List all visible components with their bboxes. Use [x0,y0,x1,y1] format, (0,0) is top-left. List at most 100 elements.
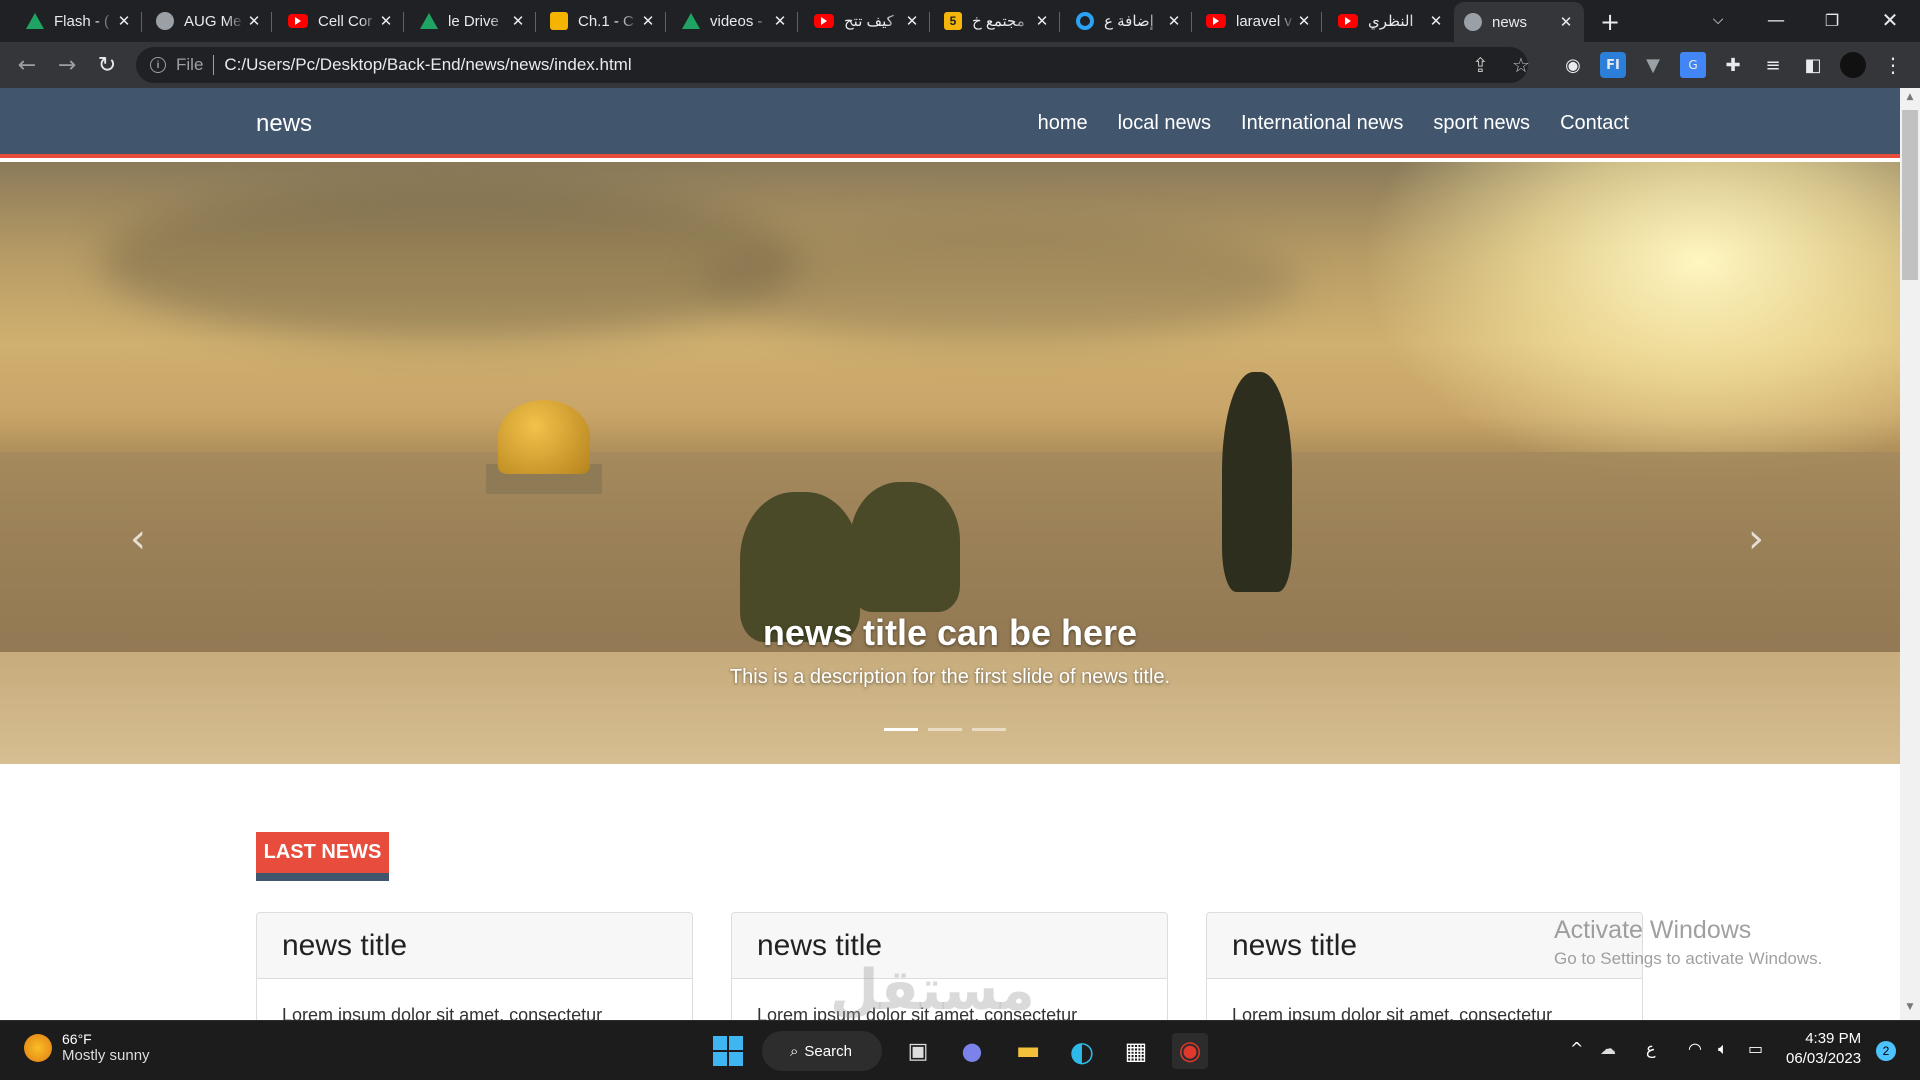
nav-international-news[interactable]: International news [1241,112,1403,135]
close-tab-icon[interactable]: ✕ [1166,12,1182,30]
nav-contact[interactable]: Contact [1560,112,1629,135]
start-button[interactable] [710,1033,746,1069]
google-translate-icon[interactable]: G [1680,52,1706,78]
bookmark-star-icon[interactable]: ☆ [1512,53,1530,78]
extension-goggles-icon[interactable]: ◉ [1560,52,1586,78]
back-button[interactable]: ← [12,50,42,80]
task-view-icon[interactable]: ▣ [900,1033,936,1069]
weather-temp: 66°F [62,1031,92,1047]
scroll-down-arrow[interactable]: ▼ [1900,1002,1920,1018]
watermark: مستقل [830,958,1035,1020]
address-bar[interactable]: i File C:/Users/Pc/Desktop/Back-End/news… [136,47,1530,83]
carousel-prev-button[interactable]: ‹ [130,516,146,562]
carousel-caption: news title can be here This is a descrip… [0,612,1900,689]
nav-home[interactable]: home [1038,112,1088,135]
close-tab-icon[interactable]: ✕ [772,12,788,30]
weather-widget[interactable]: 66°F Mostly sunny [24,1031,150,1064]
teams-chat-icon[interactable]: ● [954,1033,990,1069]
globe-icon [156,12,174,30]
browser-tab[interactable]: كيف تتح ✕ [804,4,930,38]
volume-icon[interactable]: 🔈︎ [1718,1039,1728,1059]
share-icon[interactable]: ⇪ [1472,53,1489,78]
browser-tab[interactable]: 5 مجتمع خ ✕ [934,4,1060,38]
url-text[interactable]: C:/Users/Pc/Desktop/Back-End/news/news/i… [224,55,631,75]
tab-search-chevron-icon[interactable]: ⌵ [1690,0,1746,40]
news-card[interactable]: news title Lorem ipsum dolor sit amet, c… [256,912,693,1020]
input-language[interactable]: ع [1646,1039,1656,1058]
battery-icon[interactable]: ▭ [1748,1039,1763,1058]
browser-tab-active[interactable]: news ✕ [1454,2,1584,42]
notification-badge[interactable]: 2 [1876,1041,1896,1061]
site-brand[interactable]: news [256,110,312,138]
close-tab-icon[interactable]: ✕ [1034,12,1050,30]
browser-tab[interactable]: إضافة ع ✕ [1066,4,1192,38]
carousel-indicator[interactable] [928,728,962,731]
site-menu: home local news International news sport… [1038,112,1629,135]
onedrive-icon[interactable]: ☁ [1600,1039,1616,1058]
restore-button[interactable]: ❐ [1804,0,1860,40]
extension-ring-icon [1076,12,1094,30]
youtube-icon [814,14,834,28]
new-tab-button[interactable]: + [1600,8,1620,36]
reload-button[interactable]: ↻ [92,50,122,80]
hero-image-dome [498,400,590,474]
nav-sport-news[interactable]: sport news [1433,112,1530,135]
browser-tab[interactable]: Cell Cor ✕ [278,4,404,38]
extension-v-icon[interactable]: ▼ [1640,52,1666,78]
forward-button[interactable]: → [52,50,82,80]
weather-desc: Mostly sunny [62,1047,150,1064]
close-tab-icon[interactable]: ✕ [378,12,394,30]
close-tab-icon[interactable]: ✕ [904,12,920,30]
google-slides-icon [550,12,568,30]
extensions-puzzle-icon[interactable]: ✚ [1720,52,1746,78]
close-tab-icon[interactable]: ✕ [1428,12,1444,30]
mostaql-icon: 5 [944,12,962,30]
windows-logo-icon [713,1036,743,1066]
close-window-button[interactable]: ✕ [1862,0,1918,40]
close-tab-icon[interactable]: ✕ [510,12,526,30]
carousel-indicator[interactable] [972,728,1006,731]
profile-avatar[interactable] [1840,52,1866,78]
carousel-next-button[interactable]: › [1748,516,1764,562]
extension-fi-icon[interactable]: FI [1600,52,1626,78]
browser-tab[interactable]: AUG Me ✕ [146,4,272,38]
tray-overflow-icon[interactable]: ^ [1570,1039,1583,1058]
file-explorer-icon[interactable]: ▬ [1010,1033,1046,1069]
news-card-title: news title [257,913,692,979]
close-tab-icon[interactable]: ✕ [116,12,132,30]
side-panel-icon[interactable]: ◧ [1800,52,1826,78]
taskbar-clock[interactable]: 4:39 PM 06/03/2023 [1786,1029,1861,1069]
news-card-body: Lorem ipsum dolor sit amet, consectetur [282,1005,603,1020]
carousel-indicator[interactable] [884,728,918,731]
news-card-body: Lorem ipsum dolor sit amet, consectetur [1232,1005,1553,1020]
youtube-icon [1206,14,1226,28]
media-control-icon[interactable]: ≡ [1760,52,1786,78]
close-tab-icon[interactable]: ✕ [246,12,262,30]
close-tab-icon[interactable]: ✕ [1296,12,1312,30]
browser-tab[interactable]: Ch.1 - C ✕ [540,4,666,38]
chrome-taskbar-icon[interactable]: ◉ [1172,1033,1208,1069]
browser-toolbar: ← → ↻ i File C:/Users/Pc/Desktop/Back-En… [0,42,1920,88]
activate-windows-notice: Activate Windows Go to Settings to activ… [1554,916,1823,968]
minimize-button[interactable]: — [1748,0,1804,40]
scroll-up-arrow[interactable]: ▲ [1900,92,1920,108]
scrollbar-thumb[interactable] [1902,110,1918,280]
browser-tab[interactable]: videos - ✕ [672,4,798,38]
browser-tab[interactable]: النظري ✕ [1328,4,1454,38]
browser-tab[interactable]: laravel v ✕ [1196,4,1322,38]
close-tab-icon[interactable]: ✕ [1558,13,1574,31]
browser-menu-icon[interactable]: ⋮ [1880,52,1906,78]
browser-tab[interactable]: le Drive ✕ [410,4,536,38]
edge-browser-icon[interactable]: ◐ [1064,1033,1100,1069]
microsoft-store-icon[interactable]: ▦ [1118,1033,1154,1069]
site-info-icon[interactable]: i [150,57,166,73]
wifi-icon[interactable]: ◠ [1688,1039,1702,1058]
page-scrollbar[interactable]: ▲ ▼ [1900,88,1920,1020]
hero-carousel: ‹ › news title can be here This is a des… [0,162,1900,764]
browser-tab[interactable]: Flash - (✕ [16,4,142,38]
carousel-title: news title can be here [762,612,1138,653]
taskbar-search[interactable]: ⌕ Search [762,1031,882,1071]
nav-local-news[interactable]: local news [1118,112,1211,135]
close-tab-icon[interactable]: ✕ [640,12,656,30]
globe-icon [1464,13,1482,31]
